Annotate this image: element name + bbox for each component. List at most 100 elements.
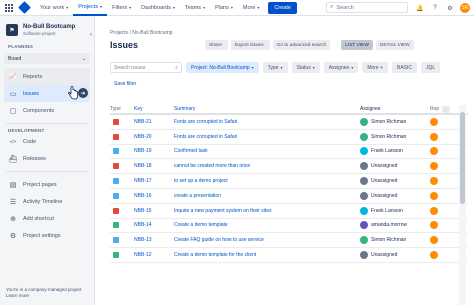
column-header-summary[interactable]: Summary xyxy=(174,106,360,112)
issue-summary-link[interactable]: Fonts are corrupted in Safari xyxy=(174,119,360,125)
column-header-type[interactable]: Type xyxy=(110,106,134,112)
filter-assignee[interactable]: Assignee ▾ xyxy=(323,62,359,73)
issue-key-link[interactable]: NBB-16 xyxy=(134,193,174,199)
nav-menu-teams[interactable]: Teams ▾ xyxy=(180,0,210,16)
issue-summary-link[interactable]: to set up a demo project xyxy=(174,178,360,184)
issue-key-link[interactable]: NBB-12 xyxy=(134,252,174,258)
table-row[interactable]: NBB-19 Confirmed task Frank Larsson xyxy=(110,145,468,160)
arrow-right-icon[interactable]: ➜ xyxy=(78,88,88,98)
nav-menu-filters[interactable]: Filters ▾ xyxy=(107,0,136,16)
user-avatar[interactable]: SR xyxy=(460,3,470,13)
issue-summary-link[interactable]: Fonts are corrupted in Safari xyxy=(174,134,360,140)
scrollbar-thumb[interactable] xyxy=(460,112,465,204)
filter-type[interactable]: Type ▾ xyxy=(262,62,288,73)
table-row[interactable]: NBB-20 Fonts are corrupted in Safari Simon… xyxy=(110,130,468,145)
sidebar-item-label: Components xyxy=(23,107,55,114)
filter-project-no-bull-bootcamp[interactable]: Project: No-Bull Bootcamp ▾ xyxy=(186,62,259,73)
filter-jql[interactable]: JQL xyxy=(421,62,441,73)
assignee-name: Simon Richman xyxy=(371,118,407,125)
create-button[interactable]: Create xyxy=(268,1,297,14)
settings-icon[interactable]: ⚙ xyxy=(445,3,455,13)
action-share[interactable]: Share xyxy=(205,40,228,50)
table-row[interactable]: NBB-13 Create FAQ guide on how to use ser… xyxy=(110,233,468,249)
sidebar-item-activity-timeline[interactable]: ☰ Activity Timeline xyxy=(0,193,94,210)
issue-summary-link[interactable]: Create a demo template xyxy=(174,222,360,228)
action-go-to-advanced-search[interactable]: Go to advanced search xyxy=(272,40,331,50)
breadcrumb[interactable]: Projects / No-Bull Bootcamp xyxy=(110,30,173,36)
issue-summary-link[interactable]: Inquire a new payment system on their si… xyxy=(174,208,360,214)
issue-summary-link[interactable]: Create FAQ guide on how to use service xyxy=(174,237,360,243)
reporter-avatar xyxy=(430,162,438,171)
type-cell xyxy=(110,178,134,185)
action-export-issues[interactable]: Export issues xyxy=(230,40,270,50)
action-detail-view[interactable]: DETAIL VIEW xyxy=(375,40,414,50)
sidebar-item-add-shortcut[interactable]: ⊕ Add shortcut xyxy=(0,210,94,227)
issue-key-link[interactable]: NBB-20 xyxy=(134,134,174,140)
issue-search-input[interactable]: Search issues ⌕ xyxy=(110,62,182,73)
filter-basic[interactable]: BASIC xyxy=(392,62,418,73)
type-cell xyxy=(110,252,134,259)
nav-menu-label: Projects xyxy=(78,3,99,10)
sidebar-item-reports[interactable]: 📈 Reports xyxy=(4,68,90,85)
assignee-avatar xyxy=(360,147,368,156)
sidebar-item-code[interactable]: </> Code xyxy=(0,133,94,150)
issue-key-link[interactable]: NBB-17 xyxy=(134,178,174,184)
nav-menu-your-work[interactable]: Your work ▾ xyxy=(35,0,73,16)
assignee-cell: Unassigned xyxy=(360,177,430,186)
project-header[interactable]: ⚑ No-Bull Bootcamp Software project xyxy=(0,16,94,36)
issue-key-link[interactable]: NBB-14 xyxy=(134,222,174,228)
help-icon[interactable]: ? xyxy=(430,3,440,13)
assignee-cell: Unassigned xyxy=(360,191,430,200)
jira-logo-icon[interactable] xyxy=(18,1,31,14)
nav-menu-plans[interactable]: Plans ▾ xyxy=(210,0,238,16)
issue-type-icon xyxy=(113,207,119,214)
issue-type-icon xyxy=(113,118,119,125)
collapse-sidebar-icon[interactable]: ‹ xyxy=(90,32,92,38)
issue-key-link[interactable]: NBB-21 xyxy=(134,119,174,125)
issue-type-icon xyxy=(113,192,119,199)
filter-more-[interactable]: More + xyxy=(362,62,389,73)
nav-menu-dashboards[interactable]: Dashboards ▾ xyxy=(136,0,180,16)
table-row[interactable]: NBB-14 Create a demo template amanda.morro… xyxy=(110,219,468,234)
sidebar-item-releases[interactable]: ⛴ Releases xyxy=(0,150,94,167)
table-row[interactable]: NBB-15 Inquire a new payment system on th… xyxy=(110,204,468,219)
table-row[interactable]: NBB-17 to set up a demo project Unassigned xyxy=(110,174,468,189)
table-row[interactable]: NBB-21 Fonts are corrupted in Safari Simon… xyxy=(110,115,468,130)
issue-key-link[interactable]: NBB-13 xyxy=(134,237,174,243)
board-selector[interactable]: Board ⌄ xyxy=(4,53,90,64)
code-icon: </> xyxy=(9,139,17,144)
chevron-down-icon: ▾ xyxy=(129,5,132,10)
chevron-down-icon: ▾ xyxy=(312,65,315,70)
save-filter-link[interactable]: Save filter xyxy=(114,81,136,87)
table-row[interactable]: NBB-18 cannot be created more than once Un… xyxy=(110,159,468,175)
issue-summary-link[interactable]: Create a demo template for the client xyxy=(174,252,360,258)
app-switcher-icon[interactable] xyxy=(4,3,14,13)
issue-summary-link[interactable]: Confirmed task xyxy=(174,148,360,154)
filter-label: Project: No-Bull Bootcamp xyxy=(191,64,250,71)
global-search-input[interactable]: ⌕ Search xyxy=(326,2,408,13)
filter-status[interactable]: Status ▾ xyxy=(291,62,320,73)
action-list-view[interactable]: LIST VIEW xyxy=(341,40,373,50)
nav-menu-projects[interactable]: Projects ▾ xyxy=(73,0,108,16)
issue-summary-link[interactable]: cannot be created more than once xyxy=(174,163,360,169)
issue-key-link[interactable]: NBB-15 xyxy=(134,208,174,214)
type-cell xyxy=(110,118,134,125)
issue-key-link[interactable]: NBB-19 xyxy=(134,148,174,154)
issue-summary-link[interactable]: create a presentation xyxy=(174,193,360,199)
sidebar-item-project-pages[interactable]: ▤ Project pages xyxy=(0,176,94,193)
column-header-assignee[interactable]: Assignee xyxy=(360,106,430,112)
issue-key-link[interactable]: NBB-18 xyxy=(134,163,174,169)
assignee-name: Frank Larsson xyxy=(371,207,403,214)
nav-menu-more[interactable]: More ▾ xyxy=(238,0,265,16)
table-row[interactable]: NBB-12 Create a demo template for the cli… xyxy=(110,248,468,263)
chevron-down-icon: ▾ xyxy=(230,5,233,10)
table-row[interactable]: NBB-16 create a presentation Unassigned xyxy=(110,189,468,204)
assignee-avatar xyxy=(360,177,368,186)
notifications-icon[interactable]: 🔔 xyxy=(415,3,425,13)
sidebar-item-project-settings[interactable]: ⚙ Project settings xyxy=(0,227,94,244)
column-header-key[interactable]: Key xyxy=(134,106,174,112)
sidebar-item-components[interactable]: ▢ Components xyxy=(0,102,94,119)
learn-more-link[interactable]: Learn more xyxy=(6,293,82,299)
column-settings-icon[interactable]: ⋮ xyxy=(442,106,450,113)
chevron-down-icon: ▾ xyxy=(257,5,260,10)
